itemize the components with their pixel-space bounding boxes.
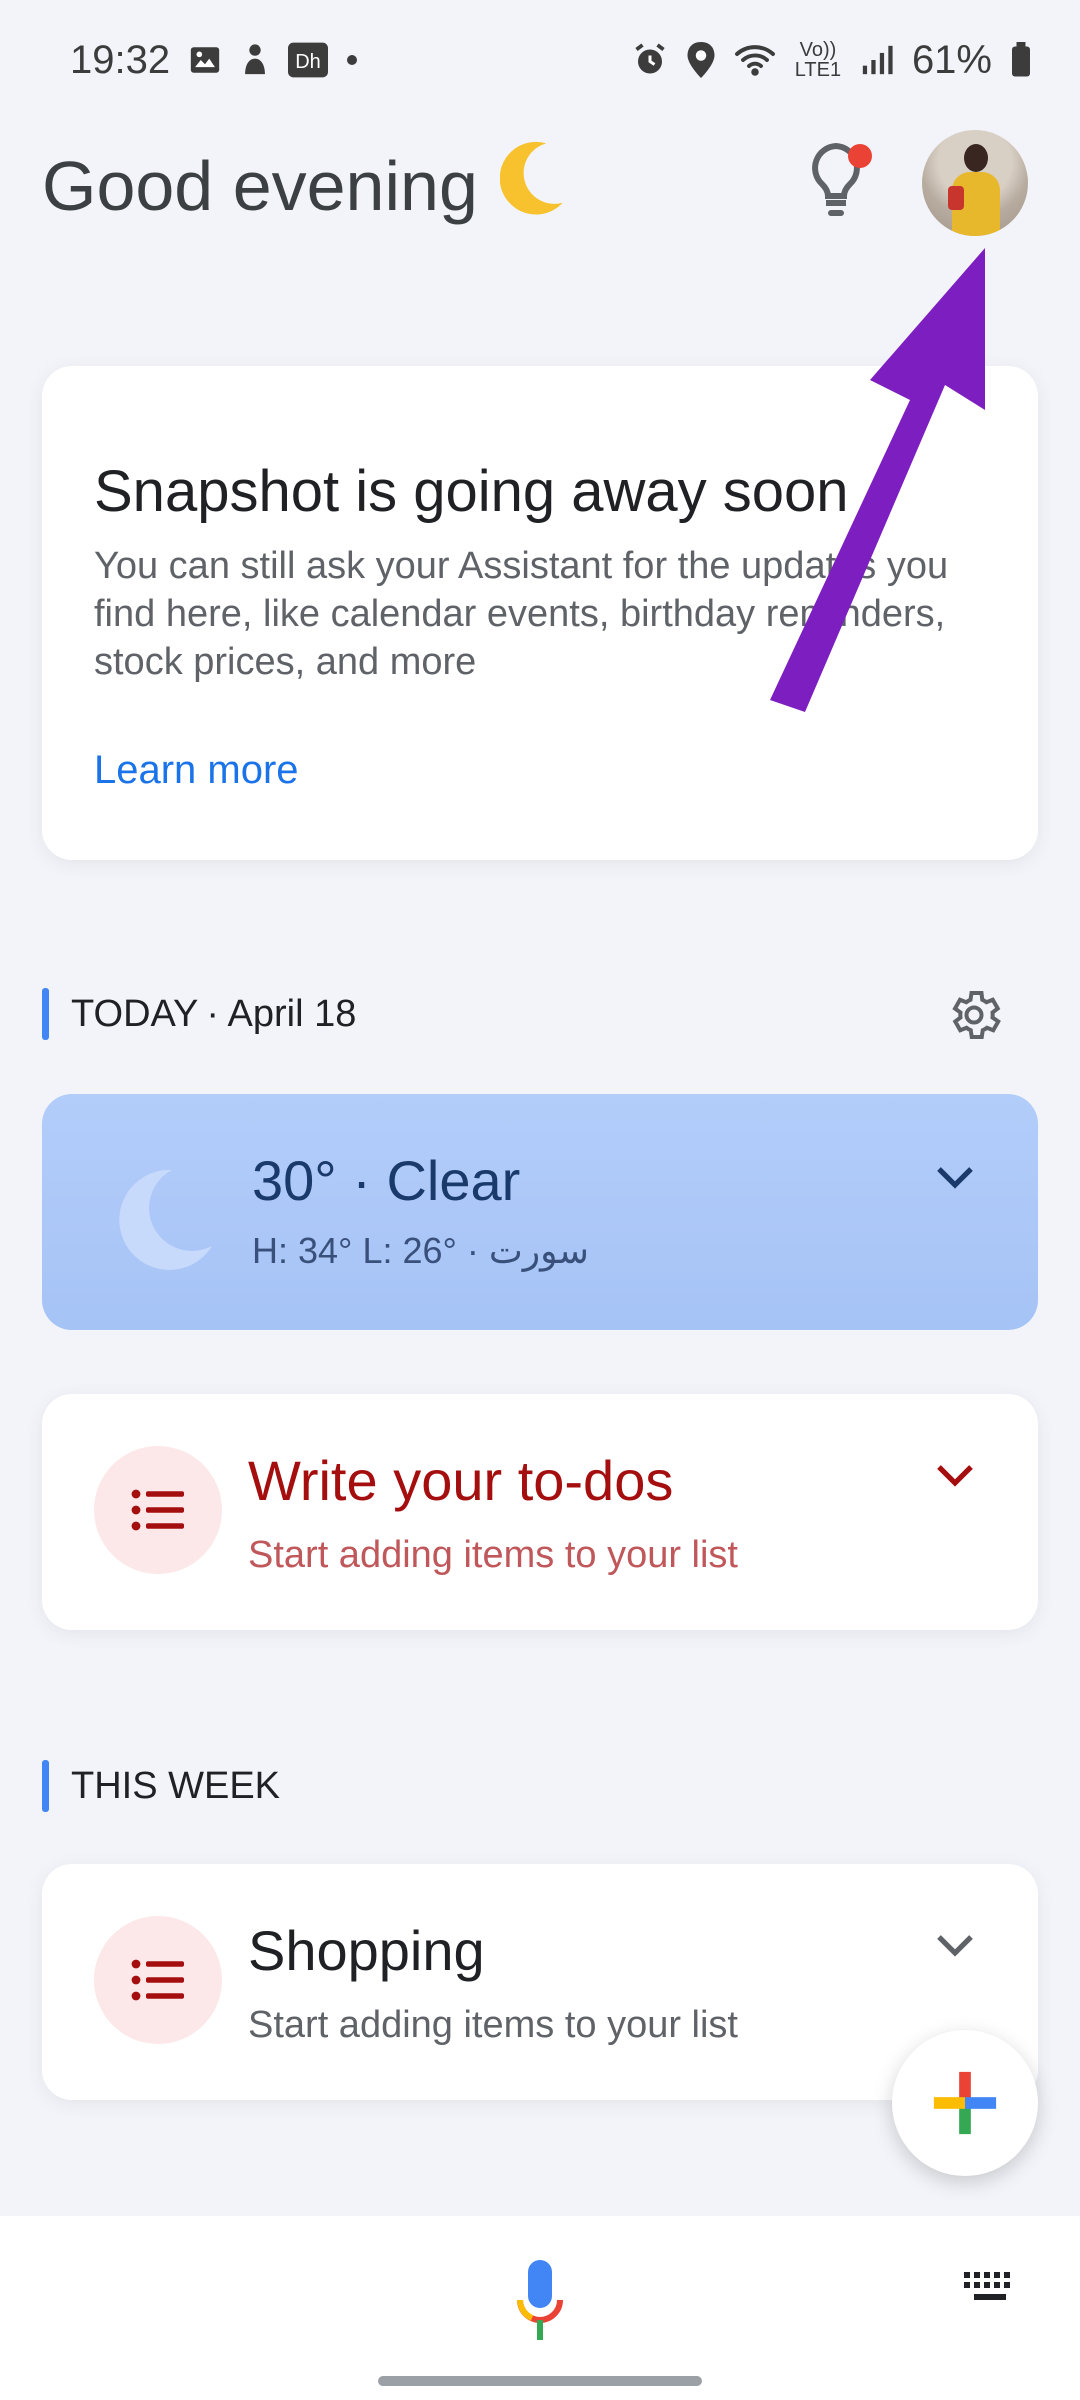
section-accent-bar	[42, 988, 49, 1040]
status-left: 19:32 Dh	[70, 38, 358, 83]
avatar-head	[964, 144, 988, 172]
shopping-subtitle: Start adding items to your list	[248, 2004, 738, 2046]
list-icon	[94, 1916, 222, 2044]
gallery-icon	[188, 43, 222, 77]
app-notification-icon	[240, 43, 270, 77]
section-accent-bar	[42, 1760, 49, 1812]
location-icon	[686, 42, 716, 78]
dot-icon	[346, 54, 358, 66]
this-week-section-header: THIS WEEK	[42, 1760, 280, 1812]
status-bar: 19:32 Dh Vo)) LTE1 61%	[0, 0, 1080, 120]
keyboard-icon[interactable]	[960, 2268, 1020, 2308]
alarm-icon	[632, 42, 668, 78]
today-date: · April 18	[206, 992, 357, 1035]
today-section-header: TODAY · April 18	[42, 988, 356, 1040]
list-icon	[94, 1446, 222, 1574]
signal-icon	[860, 43, 894, 77]
mic-icon[interactable]	[516, 2256, 564, 2356]
app-badge-icon: Dh	[288, 42, 329, 78]
todos-title: Write your to-dos	[248, 1449, 674, 1512]
notification-dot	[848, 144, 872, 168]
avatar[interactable]	[922, 130, 1028, 236]
todos-subtitle: Start adding items to your list	[248, 1534, 738, 1576]
chevron-down-icon[interactable]	[930, 1152, 980, 1202]
today-label: TODAY	[71, 992, 199, 1035]
home-indicator[interactable]	[378, 2376, 702, 2386]
svg-text:Dh: Dh	[295, 51, 321, 73]
status-right: Vo)) LTE1 61%	[632, 38, 1032, 83]
gear-icon[interactable]	[944, 985, 1004, 1045]
snapshot-card: Snapshot is going away soon You can stil…	[42, 366, 1038, 860]
greeting: Good evening	[42, 140, 566, 232]
learn-more-link[interactable]: Learn more	[94, 748, 299, 793]
lightbulb-icon[interactable]	[806, 140, 872, 220]
network-label: Vo)) LTE1	[794, 39, 842, 81]
weather-main: 30° · Clear	[252, 1149, 521, 1212]
snapshot-body: You can still ask your Assistant for the…	[94, 545, 949, 683]
weather-card[interactable]: 30° · Clear H: 34° L: 26° · سورت	[42, 1094, 1038, 1330]
moon-emoji-icon	[499, 140, 566, 232]
moon-icon	[104, 1158, 224, 1278]
chevron-down-icon[interactable]	[930, 1450, 980, 1500]
snapshot-title: Snapshot is going away soon	[94, 459, 849, 524]
shopping-card[interactable]: Shopping Start adding items to your list	[42, 1864, 1038, 2100]
this-week-label: THIS WEEK	[71, 1764, 281, 1807]
battery-percent: 61%	[911, 37, 992, 82]
shopping-title: Shopping	[248, 1919, 485, 1982]
wifi-icon	[734, 42, 776, 78]
battery-icon	[1010, 42, 1032, 78]
todos-card[interactable]: Write your to-dos Start adding items to …	[42, 1394, 1038, 1630]
avatar-bag	[948, 186, 964, 210]
greeting-text: Good evening	[42, 147, 478, 225]
add-button[interactable]	[892, 2030, 1038, 2176]
weather-sub: H: 34° L: 26° · سورت	[252, 1230, 589, 1271]
plus-icon	[933, 2071, 997, 2135]
bottom-bar	[0, 2216, 1080, 2400]
chevron-down-icon[interactable]	[930, 1920, 980, 1970]
status-time: 19:32	[70, 37, 171, 82]
